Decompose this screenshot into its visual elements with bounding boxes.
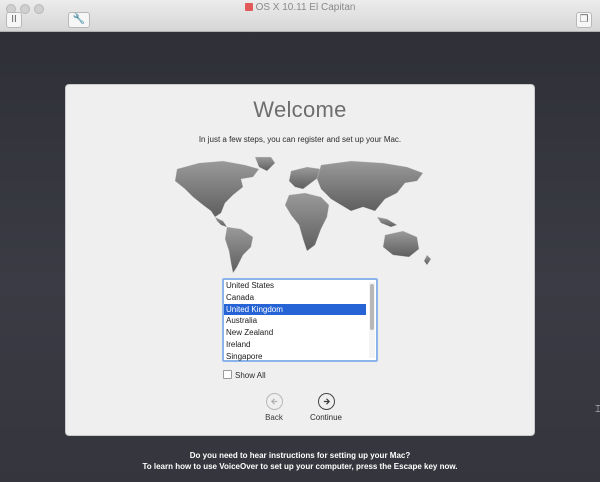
continue-button[interactable]: Continue: [296, 393, 356, 422]
page-title: Welcome: [253, 97, 347, 122]
window-title-container: OS X 10.11 El Capitan: [0, 2, 600, 13]
country-item-australia[interactable]: Australia: [224, 315, 366, 327]
windows-icon: ❐: [579, 14, 589, 25]
show-all-label: Show All: [235, 371, 266, 380]
window-title: OS X 10.11 El Capitan: [255, 2, 356, 13]
voiceover-line-2: To learn how to use VoiceOver to set up …: [142, 462, 458, 471]
country-item-ireland[interactable]: Ireland: [224, 339, 366, 351]
page-subtitle: In just a few steps, you can register an…: [198, 135, 402, 144]
forward-arrow-icon: [317, 393, 335, 410]
country-list[interactable]: United States Canada United Kingdom Aust…: [222, 278, 378, 362]
voiceover-line-1: Do you need to hear instructions for set…: [189, 451, 411, 460]
vm-titlebar: OS X 10.11 El Capitan II 🔧 ❐: [0, 0, 600, 32]
vm-icon: [244, 3, 253, 11]
world-map-image: [174, 156, 432, 274]
show-all-option[interactable]: Show All: [223, 370, 266, 380]
country-item-united-kingdom[interactable]: United Kingdom: [224, 303, 366, 316]
continue-label: Continue: [309, 413, 343, 422]
setup-assistant-panel: Welcome In just a few steps, you can reg…: [65, 84, 535, 436]
back-arrow-icon: [265, 393, 283, 410]
wrench-icon: 🔧: [72, 14, 86, 25]
back-label: Back: [265, 413, 283, 422]
mouse-cursor-icon: ⌶: [595, 404, 600, 415]
country-item-new-zealand[interactable]: New Zealand: [224, 327, 366, 339]
country-item-united-states[interactable]: United States: [224, 280, 366, 292]
list-scrollbar[interactable]: [369, 282, 375, 358]
back-button[interactable]: Back: [244, 393, 304, 422]
voiceover-instructions: Do you need to hear instructions for set…: [0, 450, 600, 472]
pause-icon: II: [11, 14, 17, 25]
list-scroll-thumb[interactable]: [370, 284, 374, 330]
window-mode-button[interactable]: ❐: [576, 12, 592, 28]
country-item-singapore[interactable]: Singapore: [224, 351, 366, 363]
show-all-checkbox[interactable]: [223, 370, 232, 379]
country-item-canada[interactable]: Canada: [224, 292, 366, 304]
settings-button[interactable]: 🔧: [68, 12, 90, 28]
pause-button[interactable]: II: [6, 12, 22, 28]
